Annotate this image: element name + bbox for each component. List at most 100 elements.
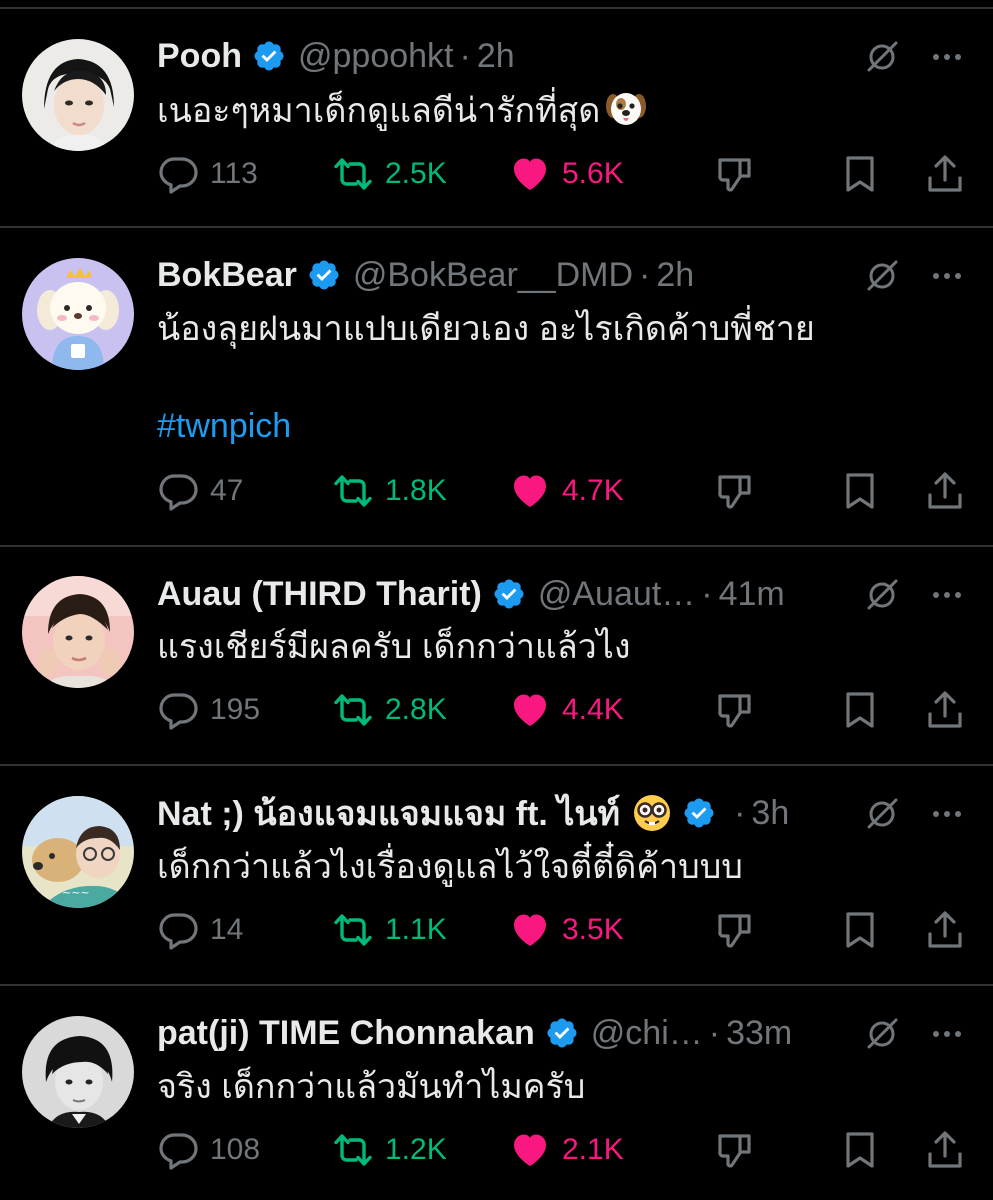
tweet-text: เด็กกว่าแล้วไงเรื่องดูแลไว้ใจตี๋ตี๋ดิค้า…	[157, 848, 743, 886]
more-options-icon[interactable]	[927, 256, 967, 296]
reply-button[interactable]: 47	[158, 467, 243, 515]
retweet-count: 1.2K	[385, 1133, 447, 1166]
bookmark-icon	[840, 471, 880, 511]
reply-icon	[158, 154, 198, 194]
tweet-text-content: เนอะๆหมาเด็กดูแลดีน่ารักที่สุด	[157, 92, 601, 130]
tweet-header: Nat ;) น้องแจมแจมแจม ft. ไนท์ · 3h	[157, 789, 789, 837]
like-button[interactable]: 5.6K	[510, 150, 624, 198]
like-button[interactable]: 2.1K	[510, 1126, 624, 1174]
retweet-icon	[333, 1130, 373, 1170]
thumbs-down-icon	[715, 690, 755, 730]
heart-icon	[510, 910, 550, 950]
display-name[interactable]: BokBear	[157, 256, 297, 295]
timestamp[interactable]: 2h	[656, 256, 694, 295]
bookmark-button[interactable]	[840, 1126, 880, 1174]
reply-icon	[158, 1130, 198, 1170]
display-name[interactable]: pat(ji) TIME Chonnakan	[157, 1014, 535, 1053]
timestamp[interactable]: 3h	[751, 794, 789, 833]
dislike-button[interactable]	[715, 686, 755, 734]
display-name[interactable]: Pooh	[157, 37, 242, 76]
heart-icon	[510, 154, 550, 194]
like-count: 4.7K	[562, 474, 624, 507]
tweet-divider	[0, 764, 993, 766]
dislike-button[interactable]	[715, 1126, 755, 1174]
display-name[interactable]: Auau (THIRD Tharit)	[157, 575, 482, 614]
top-divider	[0, 7, 993, 9]
timestamp[interactable]: 33m	[726, 1014, 792, 1053]
handle[interactable]: @ppoohkt	[298, 37, 454, 76]
avatar[interactable]	[22, 258, 134, 370]
tweet-text: จริง เด็กกว่าแล้วมันทำไมครับ	[157, 1068, 586, 1106]
retweet-button[interactable]: 1.8K	[333, 467, 447, 515]
reply-button[interactable]: 14	[158, 906, 243, 954]
avatar[interactable]	[22, 576, 134, 688]
like-count: 3.5K	[562, 913, 624, 946]
separator-dot: ·	[708, 1013, 721, 1052]
heart-icon	[510, 471, 550, 511]
dog-face-emoji-icon	[606, 93, 647, 125]
thumbs-down-icon	[715, 1130, 755, 1170]
verified-badge-icon	[307, 258, 341, 292]
dislike-button[interactable]	[715, 150, 755, 198]
handle[interactable]: @Auaut…	[538, 575, 695, 614]
like-button[interactable]: 4.7K	[510, 467, 624, 515]
reply-count: 113	[210, 157, 258, 190]
more-options-icon[interactable]	[927, 794, 967, 834]
grok-icon[interactable]	[862, 575, 902, 615]
grok-icon[interactable]	[862, 794, 902, 834]
handle[interactable]: @chi…	[591, 1014, 703, 1053]
more-options-icon[interactable]	[927, 575, 967, 615]
more-options-icon[interactable]	[927, 1014, 967, 1054]
dislike-button[interactable]	[715, 467, 755, 515]
retweet-button[interactable]: 2.8K	[333, 686, 447, 734]
tweet-header: Auau (THIRD Tharit) @Auaut… · 41m	[157, 570, 785, 618]
handle[interactable]: @BokBear__DMD	[353, 256, 633, 295]
bookmark-button[interactable]	[840, 467, 880, 515]
tweet-actions: 14 1.1K 3.5K	[0, 906, 993, 954]
retweet-icon	[333, 471, 373, 511]
reply-count: 14	[210, 913, 244, 946]
timestamp[interactable]: 2h	[477, 37, 515, 76]
avatar[interactable]	[22, 1016, 134, 1128]
grok-icon[interactable]	[862, 1014, 902, 1054]
retweet-button[interactable]: 1.1K	[333, 906, 447, 954]
separator-dot: ·	[639, 255, 651, 294]
share-button[interactable]	[925, 1126, 965, 1174]
avatar[interactable]: ~~~	[22, 796, 134, 908]
dislike-button[interactable]	[715, 906, 755, 954]
reply-button[interactable]: 108	[158, 1126, 260, 1174]
tweet-actions: 47 1.8K 4.7K	[0, 467, 993, 515]
hashtag-link[interactable]: #twnpich	[157, 402, 291, 450]
tweet-header: BokBear @BokBear__DMD · 2h	[157, 251, 694, 299]
share-button[interactable]	[925, 467, 965, 515]
separator-dot: ·	[734, 793, 746, 832]
retweet-icon	[333, 690, 373, 730]
bookmark-button[interactable]	[840, 686, 880, 734]
share-icon	[925, 1130, 965, 1170]
retweet-button[interactable]: 2.5K	[333, 150, 447, 198]
share-button[interactable]	[925, 906, 965, 954]
share-button[interactable]	[925, 150, 965, 198]
like-button[interactable]: 3.5K	[510, 906, 624, 954]
like-count: 2.1K	[562, 1133, 624, 1166]
retweet-icon	[333, 154, 373, 194]
reply-button[interactable]: 195	[158, 686, 260, 734]
timestamp[interactable]: 41m	[719, 575, 785, 614]
avatar[interactable]	[22, 39, 134, 151]
grok-icon[interactable]	[862, 37, 902, 77]
more-options-icon[interactable]	[927, 37, 967, 77]
thumbs-down-icon	[715, 910, 755, 950]
reply-button[interactable]: 113	[158, 150, 258, 198]
heart-icon	[510, 1130, 550, 1170]
display-name[interactable]: Nat ;) น้องแจมแจมแจม ft. ไนท์	[157, 786, 620, 840]
share-button[interactable]	[925, 686, 965, 734]
bookmark-icon	[840, 1130, 880, 1170]
verified-badge-icon	[682, 796, 716, 830]
bookmark-icon	[840, 910, 880, 950]
grok-icon[interactable]	[862, 256, 902, 296]
retweet-button[interactable]: 1.2K	[333, 1126, 447, 1174]
bookmark-button[interactable]	[840, 150, 880, 198]
bookmark-button[interactable]	[840, 906, 880, 954]
reply-count: 47	[210, 474, 244, 507]
like-button[interactable]: 4.4K	[510, 686, 624, 734]
